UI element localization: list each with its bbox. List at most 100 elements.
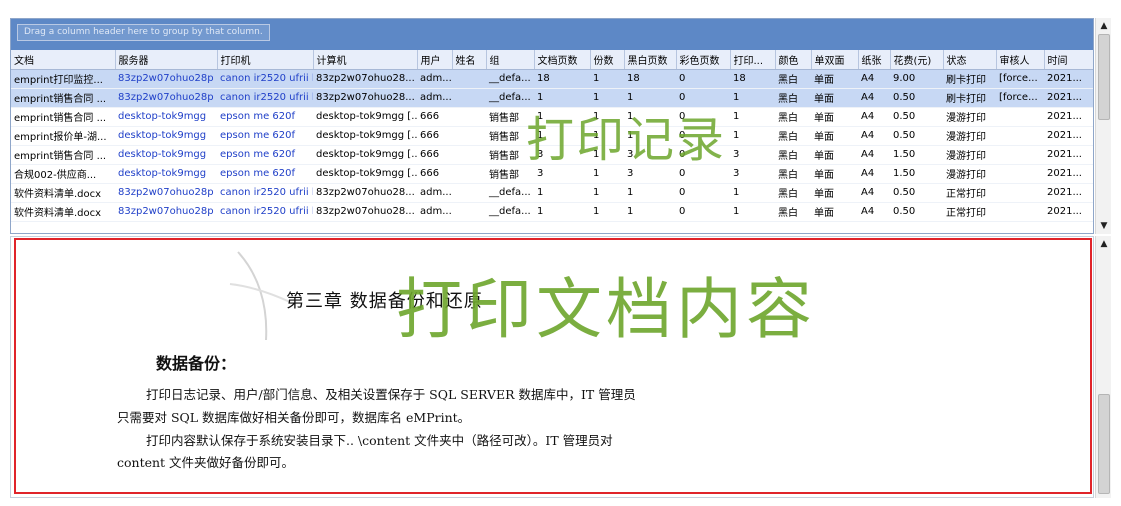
- preview-scroll-thumb[interactable]: [1098, 394, 1110, 494]
- arrow-down-icon[interactable]: ▼: [1098, 220, 1110, 232]
- column-header[interactable]: 份数: [590, 50, 625, 70]
- column-header[interactable]: 文档页数: [534, 50, 591, 70]
- column-header[interactable]: 黑白页数: [624, 50, 677, 70]
- overlay-print-record-label: 打印记录: [526, 112, 727, 168]
- group-by-hint: Drag a column header here to group by th…: [17, 24, 270, 41]
- table-cell: adm...: [417, 69, 452, 89]
- table-cell: 漫游打印: [943, 126, 996, 146]
- column-header[interactable]: 组: [486, 50, 535, 70]
- table-cell: A4: [858, 126, 890, 146]
- table-row[interactable]: emprint打印监控... 83zp2w07ohuo28p canon ir252…: [11, 69, 1093, 89]
- table-cell: 83zp2w07ohuo28p: [115, 69, 217, 89]
- table-cell: 83zp2w07ohuo28p: [115, 183, 217, 203]
- table-cell: 2021...: [1044, 107, 1093, 127]
- table-cell: 83zp2w07ohuo28...: [313, 88, 417, 108]
- table-cell: 9.00: [890, 69, 943, 89]
- column-header[interactable]: 颜色: [775, 50, 812, 70]
- table-cell: 83zp2w07ohuo28p: [115, 88, 217, 108]
- column-header[interactable]: 花费(元): [890, 50, 944, 70]
- column-header[interactable]: 打印机: [217, 50, 314, 70]
- group-by-area[interactable]: Drag a column header here to group by th…: [11, 19, 1093, 50]
- table-cell: 666: [417, 126, 452, 146]
- column-header[interactable]: 用户: [417, 50, 453, 70]
- table-cell: 正常打印: [943, 202, 996, 222]
- table-cell: 1: [624, 202, 676, 222]
- table-cell: 黑白: [775, 107, 811, 127]
- table-cell: [452, 164, 486, 184]
- column-header[interactable]: 时间: [1044, 50, 1093, 70]
- table-cell: 1: [730, 202, 775, 222]
- table-cell: 黑白: [775, 69, 811, 89]
- table-cell: 正常打印: [943, 183, 996, 203]
- column-header[interactable]: 审核人: [996, 50, 1045, 70]
- table-cell: 软件资料清单.docx: [11, 202, 115, 222]
- table-cell: 18: [534, 69, 590, 89]
- column-header[interactable]: 打印...: [730, 50, 776, 70]
- table-cell: [996, 145, 1044, 165]
- table-cell: [996, 107, 1044, 127]
- table-cell: 漫游打印: [943, 164, 996, 184]
- column-header[interactable]: 彩色页数: [676, 50, 731, 70]
- table-row[interactable]: 软件资料清单.docx 83zp2w07ohuo28p canon ir2520 u…: [11, 202, 1093, 222]
- table-cell: 1: [534, 183, 590, 203]
- table-cell: 单面: [811, 164, 858, 184]
- table-cell: 0: [676, 202, 730, 222]
- table-cell: 0.50: [890, 126, 943, 146]
- table-cell: 单面: [811, 145, 858, 165]
- column-header[interactable]: 计算机: [313, 50, 418, 70]
- table-cell: 1: [590, 183, 624, 203]
- overlay-print-content-label: 打印文档内容: [396, 271, 816, 348]
- print-record-window: Drag a column header here to group by th…: [0, 0, 1121, 506]
- table-cell: 83zp2w07ohuo28...: [313, 202, 417, 222]
- table-cell: __defa...: [486, 183, 534, 203]
- table-cell: 单面: [811, 69, 858, 89]
- table-cell: 黑白: [775, 164, 811, 184]
- table-cell: 单面: [811, 88, 858, 108]
- table-cell: 1.50: [890, 145, 943, 165]
- arrow-up-icon[interactable]: ▲: [1098, 238, 1110, 250]
- table-cell: desktop-tok9mgg: [115, 164, 217, 184]
- table-cell: 18: [730, 69, 775, 89]
- table-cell: __defa...: [486, 202, 534, 222]
- column-header[interactable]: 姓名: [452, 50, 487, 70]
- table-cell: [996, 202, 1044, 222]
- table-cell: 黑白: [775, 183, 811, 203]
- table-cell: canon ir2520 ufrii lt: [217, 88, 313, 108]
- table-cell: 黑白: [775, 145, 811, 165]
- table-cell: A4: [858, 107, 890, 127]
- table-cell: [452, 183, 486, 203]
- table-cell: [452, 69, 486, 89]
- table-cell: canon ir2520 ufrii lt: [217, 69, 313, 89]
- column-header[interactable]: 文档: [11, 50, 116, 70]
- table-cell: epson me 620f: [217, 145, 313, 165]
- table-cell: [996, 183, 1044, 203]
- table-cell: [996, 164, 1044, 184]
- table-cell: [452, 126, 486, 146]
- column-header[interactable]: 纸张: [858, 50, 891, 70]
- table-cell: epson me 620f: [217, 164, 313, 184]
- arrow-up-icon[interactable]: ▲: [1098, 20, 1110, 32]
- column-header[interactable]: 状态: [943, 50, 997, 70]
- table-cell: 黑白: [775, 88, 811, 108]
- table-cell: adm...: [417, 88, 452, 108]
- column-header-row: 文档 服务器 打印机 计算机 用户 姓名组文档页数 份数 黑白页数 彩色页数 打印... 颜色 单双面…: [11, 50, 1093, 70]
- grid-vertical-scrollbar[interactable]: ▲ ▼: [1095, 18, 1111, 234]
- table-cell: 1: [590, 69, 624, 89]
- table-cell: 666: [417, 164, 452, 184]
- grid-scroll-thumb[interactable]: [1098, 34, 1110, 120]
- column-header[interactable]: 服务器: [115, 50, 218, 70]
- table-cell: 83zp2w07ohuo28...: [313, 69, 417, 89]
- preview-vertical-scrollbar[interactable]: ▲: [1095, 236, 1111, 498]
- table-cell: 1: [730, 88, 775, 108]
- table-cell: 1: [534, 202, 590, 222]
- table-row[interactable]: 软件资料清单.docx 83zp2w07ohuo28p canon ir2520 u…: [11, 183, 1093, 203]
- table-cell: 漫游打印: [943, 145, 996, 165]
- column-header[interactable]: 单双面: [811, 50, 859, 70]
- table-cell: desktop-tok9mgg: [115, 145, 217, 165]
- table-cell: emprint销售合同 ...: [11, 107, 115, 127]
- table-cell: 0.50: [890, 107, 943, 127]
- table-cell: 1: [730, 183, 775, 203]
- table-cell: [force...: [996, 69, 1044, 89]
- table-cell: epson me 620f: [217, 126, 313, 146]
- table-cell: 3: [730, 145, 775, 165]
